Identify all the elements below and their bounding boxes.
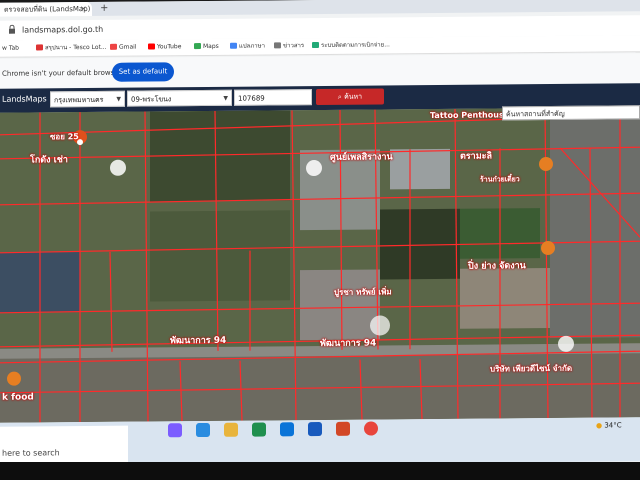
news-icon xyxy=(274,42,281,49)
set-default-button[interactable]: Set as default xyxy=(112,62,174,82)
bookmark-label: YouTube xyxy=(157,43,182,51)
district-value: 09-พระโขนง xyxy=(131,95,172,104)
restaurant-marker-icon[interactable] xyxy=(539,157,553,172)
map-label: พัฒนาการ 94 xyxy=(170,335,227,347)
url-text[interactable]: landsmaps.dol.go.th xyxy=(22,20,103,41)
bookmark-tracking[interactable]: ระบบติดตามการเบิกจ่าย... xyxy=(312,37,390,54)
chevron-down-icon: ▼ xyxy=(223,94,228,102)
map-label: ซอย 25 xyxy=(50,132,79,142)
map-canvas[interactable] xyxy=(0,107,640,423)
file-explorer-icon[interactable] xyxy=(224,422,238,437)
map-label: k food xyxy=(2,392,34,403)
temperature-value: 34°C xyxy=(604,421,622,430)
powerpoint-icon[interactable] xyxy=(336,421,350,436)
bookmark-youtube[interactable]: YouTube xyxy=(148,39,181,55)
bookmark-label: สรุปนาน - Tesco Lot... xyxy=(45,43,107,52)
copilot-icon[interactable] xyxy=(168,423,182,438)
district-select[interactable]: 09-พระโขนง ▼ xyxy=(127,89,232,107)
parcel-number-value: 107689 xyxy=(238,94,265,103)
bookmark-label: ระบบติดตามการเบิกจ่าย... xyxy=(321,41,390,49)
bookmark-label: แปลภาษา xyxy=(239,42,266,50)
map-label: ร้านก๋วยเตี๋ยว xyxy=(480,175,520,184)
outlook-icon[interactable] xyxy=(280,422,294,437)
search-button-label: ค้นหา xyxy=(344,92,363,101)
restaurant-marker-icon[interactable] xyxy=(541,241,555,256)
tab-title: ตรวจสอบที่ดิน (LandsMap) xyxy=(4,5,91,14)
bookmark-maps[interactable]: Maps xyxy=(194,39,219,55)
bookmark-translate[interactable]: แปลภาษา xyxy=(230,38,265,54)
bookmark-label: ข่าวสาร xyxy=(283,42,305,50)
map-label: พัฒนาการ 94 xyxy=(320,338,377,349)
poi-marker-icon[interactable] xyxy=(558,335,574,352)
word-icon[interactable] xyxy=(308,421,322,437)
map-label: ปูรชา ทรัพย์ เพิ่ม xyxy=(334,287,392,297)
satellite-map[interactable]: ซอย 25 โกดัง เช่า ศูนย์เพลสิรางาน ตรามะล… xyxy=(0,107,640,423)
app-logo: LandsMaps xyxy=(2,94,47,104)
lock-icon xyxy=(9,24,15,34)
search-button[interactable]: ⌕ ค้นหา xyxy=(316,88,384,106)
edge-icon[interactable] xyxy=(196,422,210,438)
youtube-icon xyxy=(148,43,155,50)
poi-marker-icon[interactable] xyxy=(110,159,126,176)
excel-icon[interactable] xyxy=(252,422,266,437)
browser-window: ตรวจสอบที่ดิน (LandsMap) × + landsmaps.d… xyxy=(0,0,640,473)
map-label: ศูนย์เพลสิรางาน xyxy=(330,152,393,163)
parcel-number-input[interactable]: 107689 xyxy=(234,89,312,106)
screen-bezel xyxy=(0,462,640,480)
taskbar-search-placeholder: here to search xyxy=(2,448,60,458)
map-label: บริษัท เพียวดีไซน์ จำกัด xyxy=(490,363,573,374)
map-label: Tattoo Penthouse xyxy=(430,110,510,121)
bookmark-icon xyxy=(36,44,43,51)
chrome-icon[interactable] xyxy=(364,421,378,436)
tab-strip: ตรวจสอบที่ดิน (LandsMap) × + xyxy=(0,0,640,17)
default-browser-message: Chrome isn't your default browser xyxy=(2,68,122,78)
poi-marker-icon[interactable] xyxy=(306,160,322,177)
new-tab-button[interactable]: + xyxy=(100,2,108,16)
place-search-placeholder: ค้นหาสถานที่สำคัญ xyxy=(506,109,565,119)
bookmark-gmail[interactable]: Gmail xyxy=(110,40,137,56)
province-select[interactable]: กรุงเทพมหานคร ▼ xyxy=(50,90,125,108)
province-value: กรุงเทพมหานคร xyxy=(54,95,104,105)
chevron-down-icon: ▼ xyxy=(116,95,121,103)
weather-temperature[interactable]: ● 34°C xyxy=(596,421,622,429)
gmail-icon xyxy=(110,43,117,50)
maps-icon xyxy=(194,43,201,50)
bookmark-tesco[interactable]: สรุปนาน - Tesco Lot... xyxy=(36,40,107,57)
bookmark-label: Maps xyxy=(203,42,219,51)
sun-icon: ● xyxy=(596,421,603,430)
close-tab-icon[interactable]: × xyxy=(80,2,87,16)
windows-taskbar: here to search ● 34°C xyxy=(0,417,640,467)
bookmark-new-tab[interactable]: w Tab xyxy=(2,41,19,57)
poi-marker-icon[interactable] xyxy=(370,315,390,336)
place-search-input[interactable]: ค้นหาสถานที่สำคัญ xyxy=(502,105,640,121)
bookmark-label: Gmail xyxy=(119,43,137,51)
bookmark-news[interactable]: ข่าวสาร xyxy=(274,38,304,54)
tab-landsmaps[interactable]: ตรวจสอบที่ดิน (LandsMap) × xyxy=(0,1,92,17)
tracking-icon xyxy=(312,42,319,49)
map-label: ปิ่ง ย่าง จัดงาน xyxy=(468,261,526,272)
translate-icon xyxy=(230,42,237,49)
map-label: โกดัง เช่า xyxy=(30,155,68,166)
restaurant-marker-icon[interactable] xyxy=(7,371,21,386)
map-label: ตรามะลิ xyxy=(460,151,493,162)
taskbar-search-box[interactable]: here to search xyxy=(0,425,128,467)
